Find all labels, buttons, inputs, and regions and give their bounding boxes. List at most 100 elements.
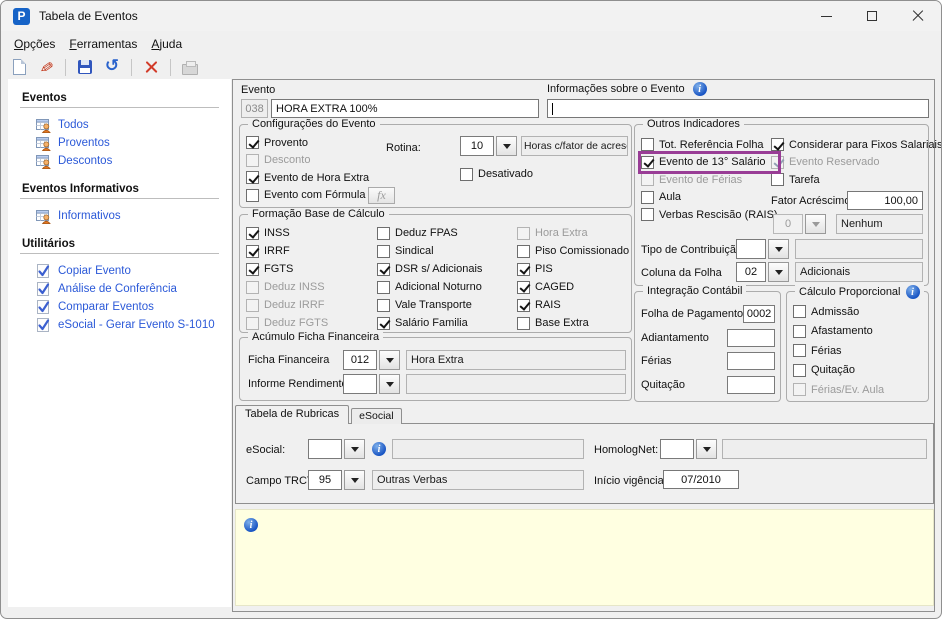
checkbox-dsr-s-adicionais[interactable]: DSR s/ Adicionais — [377, 260, 482, 278]
checkbox-ferias[interactable]: Férias — [793, 341, 884, 361]
info-icon[interactable]: i — [372, 442, 386, 456]
homolognet-value[interactable] — [660, 439, 694, 459]
chevron-down-icon[interactable] — [768, 262, 789, 282]
sidebar-item-descontos[interactable]: Descontos — [8, 152, 231, 170]
checkbox-box[interactable] — [793, 344, 806, 357]
checkbox-tarefa[interactable]: Tarefa — [771, 171, 942, 189]
ficha-financeira-value[interactable]: 012 — [343, 350, 377, 370]
field-adiantamento[interactable] — [727, 329, 775, 347]
tab-esocial[interactable]: eSocial — [351, 408, 401, 424]
sidebar-item-esocial-gerar-evento-s-1010[interactable]: eSocial - Gerar Evento S-1010 — [8, 316, 231, 334]
checkbox-evento-de-13-salario[interactable]: Evento de 13° Salário — [641, 154, 778, 172]
checkbox-rais[interactable]: RAIS — [517, 296, 629, 314]
sidebar-item-informativos[interactable]: Informativos — [8, 207, 231, 225]
checkbox-box[interactable] — [246, 171, 259, 184]
chevron-down-icon[interactable] — [696, 439, 717, 459]
checkbox-box[interactable] — [641, 156, 654, 169]
inicio-vigencia-field[interactable]: 07/2010 — [663, 470, 739, 489]
sidebar-item-copiar-evento[interactable]: Copiar Evento — [8, 262, 231, 280]
field-folha-de-pagamento[interactable]: 0002 — [743, 305, 775, 323]
checkbox-evento-com-formula[interactable]: Evento com Fórmula — [246, 187, 369, 205]
info-evento-field[interactable] — [547, 99, 929, 118]
checkbox-box[interactable] — [377, 299, 390, 312]
checkbox-box[interactable] — [377, 281, 390, 294]
checkbox-box[interactable] — [517, 299, 530, 312]
checkbox-box[interactable] — [377, 263, 390, 276]
checkbox-fgts[interactable]: FGTS — [246, 260, 328, 278]
checkbox-salario-familia[interactable]: Salário Familia — [377, 314, 482, 332]
checkbox-quitacao[interactable]: Quitação — [793, 361, 884, 381]
checkbox-pis[interactable]: PIS — [517, 260, 629, 278]
checkbox-box[interactable] — [517, 245, 530, 258]
sidebar-item-todos[interactable]: Todos — [8, 116, 231, 134]
checkbox-box[interactable] — [460, 168, 473, 181]
checkbox-box[interactable] — [517, 317, 530, 330]
fator-acrescimo-field[interactable]: 100,00 — [847, 191, 923, 210]
checkbox-verbas-rescisao-rais[interactable]: Verbas Rescisão (RAIS) — [641, 206, 778, 224]
evento-name-field[interactable]: HORA EXTRA 100% — [271, 99, 539, 118]
checkbox-box[interactable] — [771, 173, 784, 186]
save-button[interactable] — [75, 57, 95, 77]
sidebar-item-proventos[interactable]: Proventos — [8, 134, 231, 152]
checkbox-aula[interactable]: Aula — [641, 189, 778, 207]
sidebar-item-analise-de-conferencia[interactable]: Análise de Conferência — [8, 280, 231, 298]
checkbox-box[interactable] — [793, 305, 806, 318]
field-ferias[interactable] — [727, 352, 775, 370]
checkbox-box[interactable] — [517, 281, 530, 294]
esocial-value[interactable] — [308, 439, 342, 459]
checkbox-provento[interactable]: Provento — [246, 134, 369, 152]
checkbox-box[interactable] — [641, 138, 654, 151]
checkbox-box[interactable] — [793, 325, 806, 338]
checkbox-box[interactable] — [246, 189, 259, 202]
checkbox-inss[interactable]: INSS — [246, 224, 328, 242]
checkbox-box[interactable] — [771, 138, 784, 151]
minimize-button[interactable] — [803, 1, 849, 31]
maximize-button[interactable] — [849, 1, 895, 31]
chevron-down-icon[interactable] — [379, 350, 400, 370]
rotina-value[interactable]: 10 — [460, 136, 494, 156]
checkbox-considerar-para-fixos-salariais[interactable]: Considerar para Fixos Salariais — [771, 136, 942, 154]
checkbox-box[interactable] — [246, 263, 259, 276]
info-icon[interactable]: i — [906, 285, 920, 299]
checkbox-afastamento[interactable]: Afastamento — [793, 322, 884, 342]
checkbox-caged[interactable]: CAGED — [517, 278, 629, 296]
menu-ajuda[interactable]: Ajuda — [144, 35, 189, 53]
checkbox-box[interactable] — [793, 364, 806, 377]
checkbox-admissao[interactable]: Admissão — [793, 302, 884, 322]
undo-button[interactable] — [102, 57, 122, 77]
checkbox-box[interactable] — [377, 245, 390, 258]
chevron-down-icon[interactable] — [496, 136, 517, 156]
checkbox-deduz-fpas[interactable]: Deduz FPAS — [377, 224, 482, 242]
checkbox-box[interactable] — [641, 191, 654, 204]
close-button[interactable] — [895, 1, 941, 31]
chevron-down-icon[interactable] — [344, 470, 365, 490]
checkbox-piso-comissionado[interactable]: Piso Comissionado — [517, 242, 629, 260]
checkbox-box[interactable] — [377, 227, 390, 240]
checkbox-irrf[interactable]: IRRF — [246, 242, 328, 260]
checkbox-vale-transporte[interactable]: Vale Transporte — [377, 296, 482, 314]
field-quitacao[interactable] — [727, 376, 775, 394]
sidebar-item-comparar-eventos[interactable]: Comparar Eventos — [8, 298, 231, 316]
checkbox-sindical[interactable]: Sindical — [377, 242, 482, 260]
delete-button[interactable] — [141, 57, 161, 77]
chevron-down-icon[interactable] — [379, 374, 400, 394]
chevron-down-icon[interactable] — [344, 439, 365, 459]
checkbox-box[interactable] — [641, 208, 654, 221]
informe-rendimentos-value[interactable] — [343, 374, 377, 394]
campo-trct-value[interactable]: 95 — [308, 470, 342, 490]
checkbox-evento-de-hora-extra[interactable]: Evento de Hora Extra — [246, 169, 369, 187]
checkbox-box[interactable] — [517, 263, 530, 276]
checkbox-box[interactable] — [246, 136, 259, 149]
chevron-down-icon[interactable] — [768, 239, 789, 259]
tab-tabela-de-rubricas[interactable]: Tabela de Rubricas — [235, 405, 349, 424]
menu-opcoes[interactable]: Opções — [7, 35, 62, 53]
tipo-contribuicao-value[interactable] — [736, 239, 766, 259]
checkbox-adicional-noturno[interactable]: Adicional Noturno — [377, 278, 482, 296]
edit-button[interactable] — [36, 57, 56, 77]
coluna-da-folha-value[interactable]: 02 — [736, 262, 766, 282]
checkbox-box[interactable] — [377, 317, 390, 330]
menu-ferramentas[interactable]: Ferramentas — [62, 35, 144, 53]
checkbox-box[interactable] — [246, 245, 259, 258]
info-icon[interactable]: i — [693, 82, 707, 96]
checkbox-desativado[interactable]: Desativado — [460, 165, 533, 183]
